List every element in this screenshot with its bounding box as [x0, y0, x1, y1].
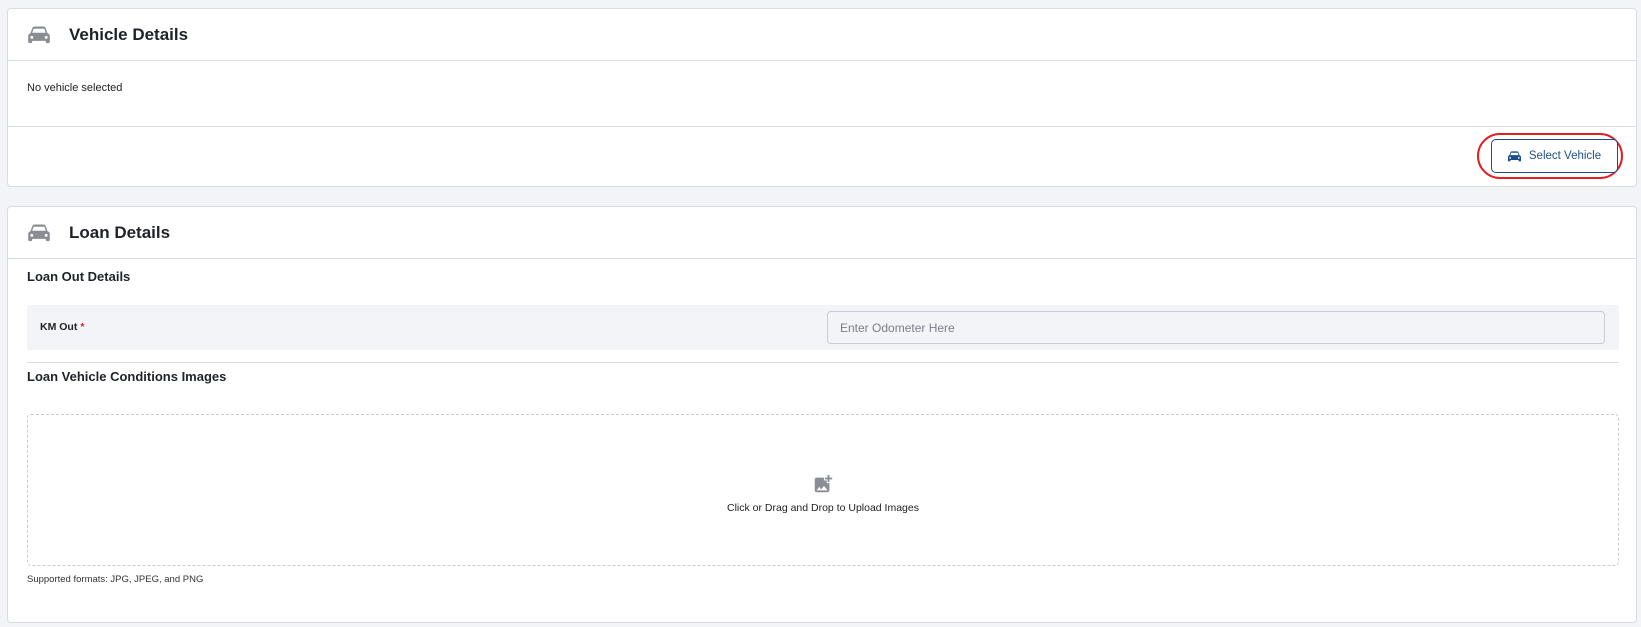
loan-details-title: Loan Details	[69, 222, 171, 242]
loan-images-title: Loan Vehicle Conditions Images	[27, 369, 227, 384]
km-out-row: KM Out *	[27, 305, 1619, 350]
supported-formats-text: Supported formats: JPG, JPEG, and PNG	[27, 574, 204, 585]
km-out-label: KM Out *	[40, 321, 85, 333]
vehicle-details-title: Vehicle Details	[69, 24, 189, 44]
add-image-icon	[812, 473, 834, 495]
upload-instructions: Click or Drag and Drop to Upload Images	[726, 501, 919, 514]
select-vehicle-label: Select Vehicle	[1528, 150, 1602, 162]
car-icon	[28, 223, 52, 243]
select-vehicle-button[interactable]: Select Vehicle	[1491, 139, 1618, 173]
loan-details-card: Loan Details Loan Out Details KM Out* Lo…	[7, 206, 1637, 623]
odometer-input[interactable]	[827, 311, 1605, 344]
car-icon	[1507, 150, 1521, 162]
no-vehicle-text: No vehicle selected	[27, 82, 123, 94]
vehicle-details-card: Vehicle Details No vehicle selected Sele…	[7, 8, 1637, 187]
section-divider	[27, 362, 1619, 363]
vehicle-details-footer: Select Vehicle	[8, 127, 1636, 188]
vehicle-details-body: No vehicle selected	[8, 61, 1636, 127]
loan-out-details-title: Loan Out Details	[27, 269, 131, 284]
required-indicator: *	[80, 321, 85, 333]
loan-details-header: Loan Details	[8, 207, 1636, 259]
image-upload-dropzone[interactable]: Click or Drag and Drop to Upload Images	[27, 414, 1619, 566]
car-icon	[28, 25, 52, 45]
vehicle-details-header: Vehicle Details	[8, 9, 1636, 61]
